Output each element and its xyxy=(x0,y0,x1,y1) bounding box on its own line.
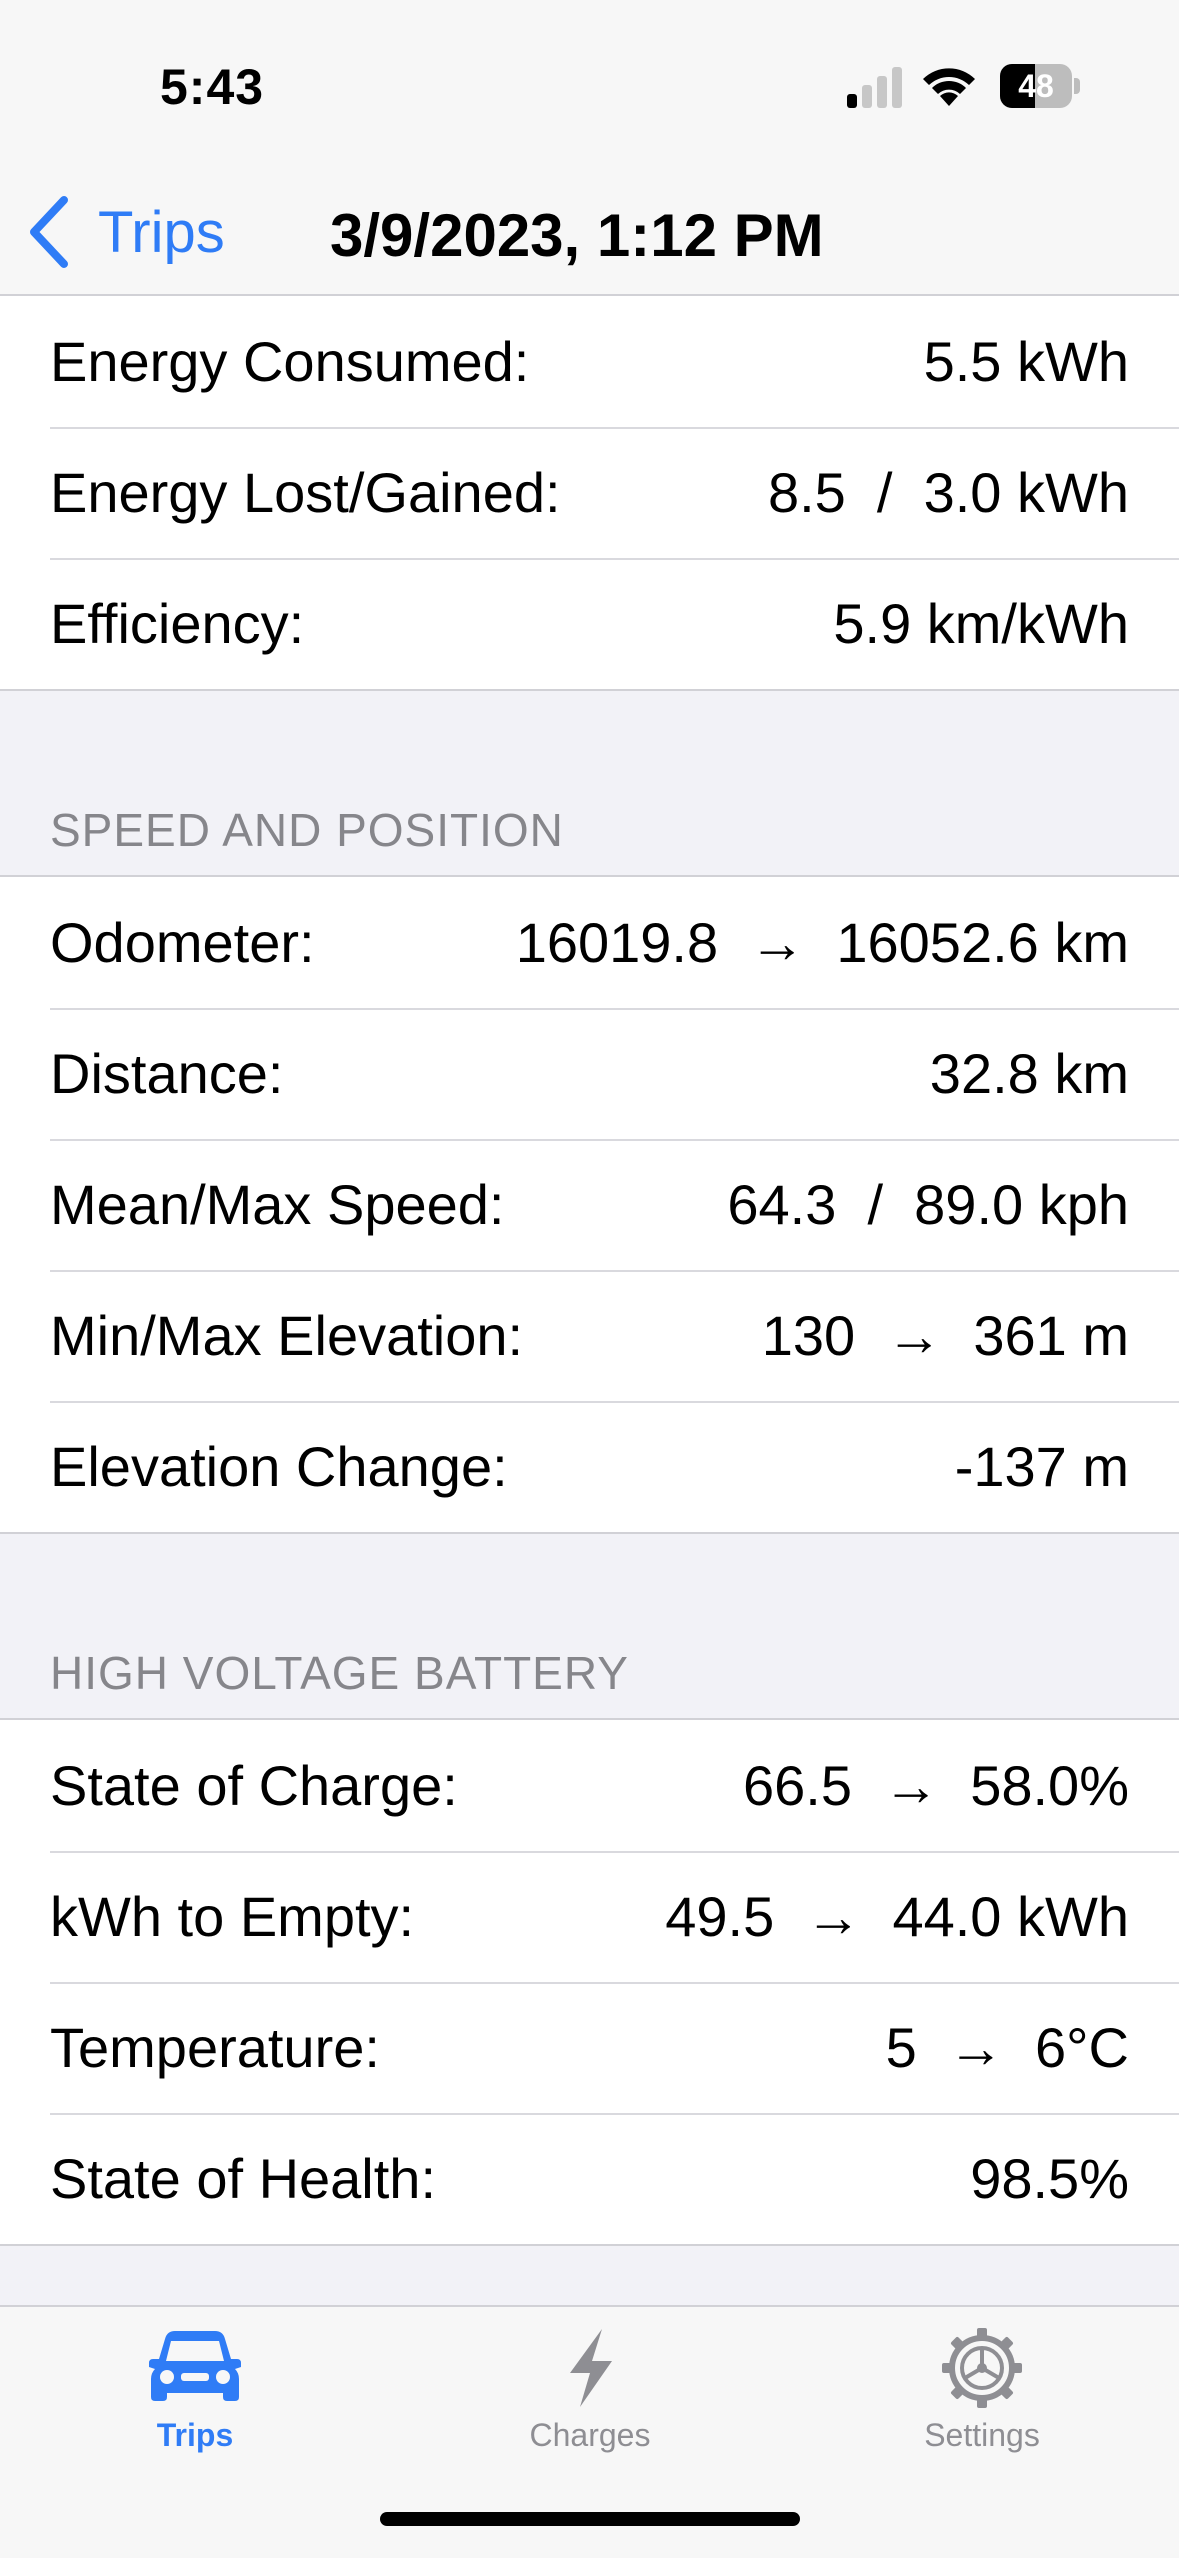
section-header-battery: HIGH VOLTAGE BATTERY xyxy=(0,1534,1179,1718)
row-value: 130 → 361 m xyxy=(761,1304,1129,1367)
row-label: Min/Max Elevation: xyxy=(50,1304,524,1367)
cellular-signal-icon xyxy=(847,67,902,108)
row-value: 5 → 6°C xyxy=(885,2016,1129,2079)
high-voltage-battery-group: State of Charge: 66.5 → 58.0% kWh to Emp… xyxy=(0,1718,1179,2246)
tab-settings[interactable]: Settings xyxy=(862,2327,1102,2454)
state-of-health-row: State of Health: 98.5% xyxy=(0,2113,1179,2244)
section-header-label: HIGH VOLTAGE BATTERY xyxy=(50,1647,629,1699)
back-button[interactable]: Trips xyxy=(26,182,225,282)
back-button-label: Trips xyxy=(98,199,225,265)
row-label: Odometer: xyxy=(50,911,315,974)
state-of-charge-row: State of Charge: 66.5 → 58.0% xyxy=(0,1720,1179,1851)
row-label: Elevation Change: xyxy=(50,1435,508,1498)
row-value: 5.5 kWh xyxy=(923,330,1129,393)
row-value: 98.5% xyxy=(970,2147,1129,2210)
tab-label: Trips xyxy=(156,2417,234,2453)
odometer-row: Odometer: 16019.8 → 16052.6 km xyxy=(0,877,1179,1008)
section-header-label: SPEED AND POSITION xyxy=(50,804,564,856)
row-value: -137 m xyxy=(954,1435,1129,1498)
row-label: Energy Lost/Gained: xyxy=(50,461,561,524)
tab-trips[interactable]: Trips xyxy=(75,2327,315,2454)
tab-label: Charges xyxy=(529,2417,651,2453)
row-label: Efficiency: xyxy=(50,592,305,655)
row-label: State of Charge: xyxy=(50,1754,458,1817)
speed-position-group: Odometer: 16019.8 → 16052.6 km Distance:… xyxy=(0,875,1179,1534)
gear-icon xyxy=(942,2328,1022,2408)
trip-details-list[interactable]: Energy Consumed: 5.5 kWh Energy Lost/Gai… xyxy=(0,296,1179,2246)
mean-max-speed-row: Mean/Max Speed: 64.3 / 89.0 kph xyxy=(0,1139,1179,1270)
row-label: State of Health: xyxy=(50,2147,437,2210)
bolt-icon xyxy=(570,2329,612,2407)
car-icon xyxy=(149,2331,241,2401)
tab-label: Settings xyxy=(924,2417,1040,2453)
row-label: kWh to Empty: xyxy=(50,1885,415,1948)
distance-row: Distance: 32.8 km xyxy=(0,1008,1179,1139)
section-header-speed: SPEED AND POSITION xyxy=(0,691,1179,875)
home-indicator[interactable] xyxy=(380,2512,800,2526)
battery-icon: 48 xyxy=(1000,64,1080,108)
row-label: Distance: xyxy=(50,1042,284,1105)
status-time: 5:43 xyxy=(160,59,265,115)
wifi-icon xyxy=(923,68,975,106)
row-value: 64.3 / 89.0 kph xyxy=(727,1173,1129,1236)
row-label: Energy Consumed: xyxy=(50,330,530,393)
status-bar: 5:43 48 xyxy=(0,0,1179,170)
kwh-to-empty-row: kWh to Empty: 49.5 → 44.0 kWh xyxy=(0,1851,1179,1982)
page-title: 3/9/2023, 1:12 PM xyxy=(330,202,824,269)
elevation-change-row: Elevation Change: -137 m xyxy=(0,1401,1179,1532)
row-label: Mean/Max Speed: xyxy=(50,1173,505,1236)
energy-lost-gained-row: Energy Lost/Gained: 8.5 / 3.0 kWh xyxy=(0,427,1179,558)
row-value: 5.9 km/kWh xyxy=(833,592,1129,655)
energy-consumed-row: Energy Consumed: 5.5 kWh xyxy=(0,296,1179,427)
row-value: 32.8 km xyxy=(929,1042,1129,1105)
min-max-elevation-row: Min/Max Elevation: 130 → 361 m xyxy=(0,1270,1179,1401)
row-value: 8.5 / 3.0 kWh xyxy=(767,461,1129,524)
chevron-left-icon xyxy=(30,196,68,268)
battery-percentage: 48 xyxy=(1018,68,1054,104)
energy-group: Energy Consumed: 5.5 kWh Energy Lost/Gai… xyxy=(0,296,1179,691)
temperature-row: Temperature: 5 → 6°C xyxy=(0,1982,1179,2113)
row-value: 16019.8 → 16052.6 km xyxy=(515,911,1129,974)
navigation-bar: Trips 3/9/2023, 1:12 PM xyxy=(0,170,1179,296)
row-value: 49.5 → 44.0 kWh xyxy=(665,1885,1129,1948)
efficiency-row: Efficiency: 5.9 km/kWh xyxy=(0,558,1179,689)
tab-charges[interactable]: Charges xyxy=(470,2327,710,2454)
row-value: 66.5 → 58.0% xyxy=(742,1754,1129,1817)
row-label: Temperature: xyxy=(50,2016,380,2079)
